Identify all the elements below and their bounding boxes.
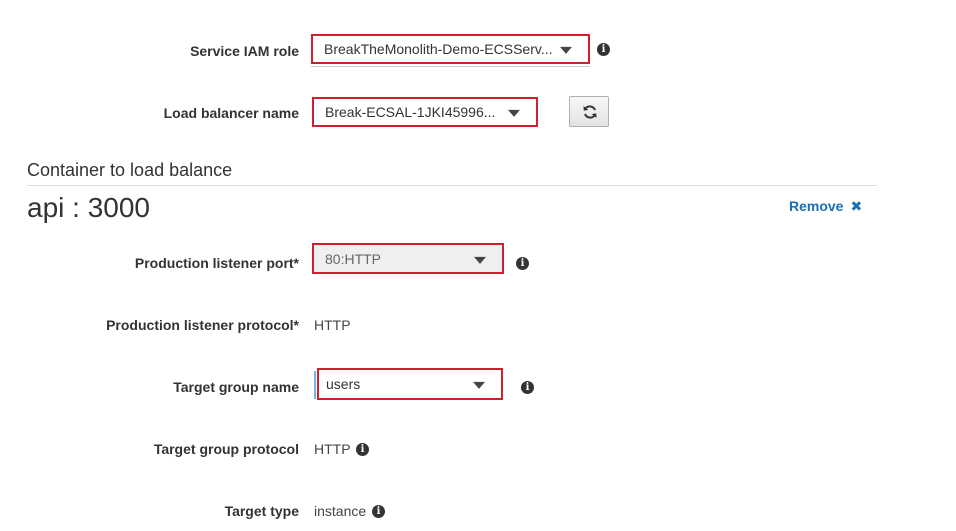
chevron-down-icon bbox=[560, 46, 572, 54]
target-group-protocol-value: HTTP bbox=[314, 441, 351, 457]
chevron-down-icon bbox=[473, 381, 485, 389]
target-group-protocol-label: Target group protocol bbox=[153, 441, 299, 457]
remove-label: Remove bbox=[789, 198, 844, 214]
refresh-button[interactable] bbox=[569, 96, 609, 127]
production-listener-port-label: Production listener port* bbox=[134, 255, 299, 271]
focus-indicator bbox=[314, 371, 316, 399]
info-icon[interactable]: i bbox=[521, 381, 534, 394]
target-group-name-value: users bbox=[326, 376, 361, 392]
refresh-icon bbox=[583, 105, 597, 119]
section-divider bbox=[27, 185, 877, 186]
chevron-down-icon bbox=[474, 256, 486, 264]
production-listener-protocol-label: Production listener protocol* bbox=[106, 317, 299, 333]
target-type-label: Target type bbox=[224, 503, 299, 519]
info-icon[interactable]: i bbox=[372, 505, 385, 518]
load-balancer-name-label: Load balancer name bbox=[163, 105, 299, 121]
info-icon[interactable]: i bbox=[516, 257, 529, 270]
select-underline bbox=[311, 66, 590, 67]
target-group-name-label: Target group name bbox=[173, 379, 299, 395]
production-listener-port-select[interactable]: 80:HTTP bbox=[312, 243, 504, 274]
service-iam-role-select[interactable]: BreakTheMonolith-Demo-ECSServ... bbox=[311, 34, 590, 67]
section-title: Container to load balance bbox=[27, 160, 233, 180]
target-group-name-select[interactable]: users bbox=[317, 368, 503, 400]
load-balancer-name-value: Break-ECSAL-1JKI45996... bbox=[325, 104, 496, 120]
target-type-value: instance bbox=[314, 503, 367, 519]
service-iam-role-value: BreakTheMonolith-Demo-ECSServ... bbox=[324, 41, 553, 57]
production-listener-protocol-value: HTTP bbox=[314, 317, 351, 333]
load-balancer-name-select[interactable]: Break-ECSAL-1JKI45996... bbox=[312, 97, 538, 127]
close-icon: ✖ bbox=[850, 198, 863, 214]
service-iam-role-label: Service IAM role bbox=[190, 43, 299, 59]
info-icon[interactable]: i bbox=[597, 43, 610, 56]
info-icon[interactable]: i bbox=[356, 443, 369, 456]
production-listener-port-value: 80:HTTP bbox=[325, 250, 382, 267]
chevron-down-icon bbox=[508, 109, 520, 117]
container-title: api : 3000 bbox=[27, 192, 150, 223]
remove-link[interactable]: Remove ✖ bbox=[789, 198, 862, 215]
